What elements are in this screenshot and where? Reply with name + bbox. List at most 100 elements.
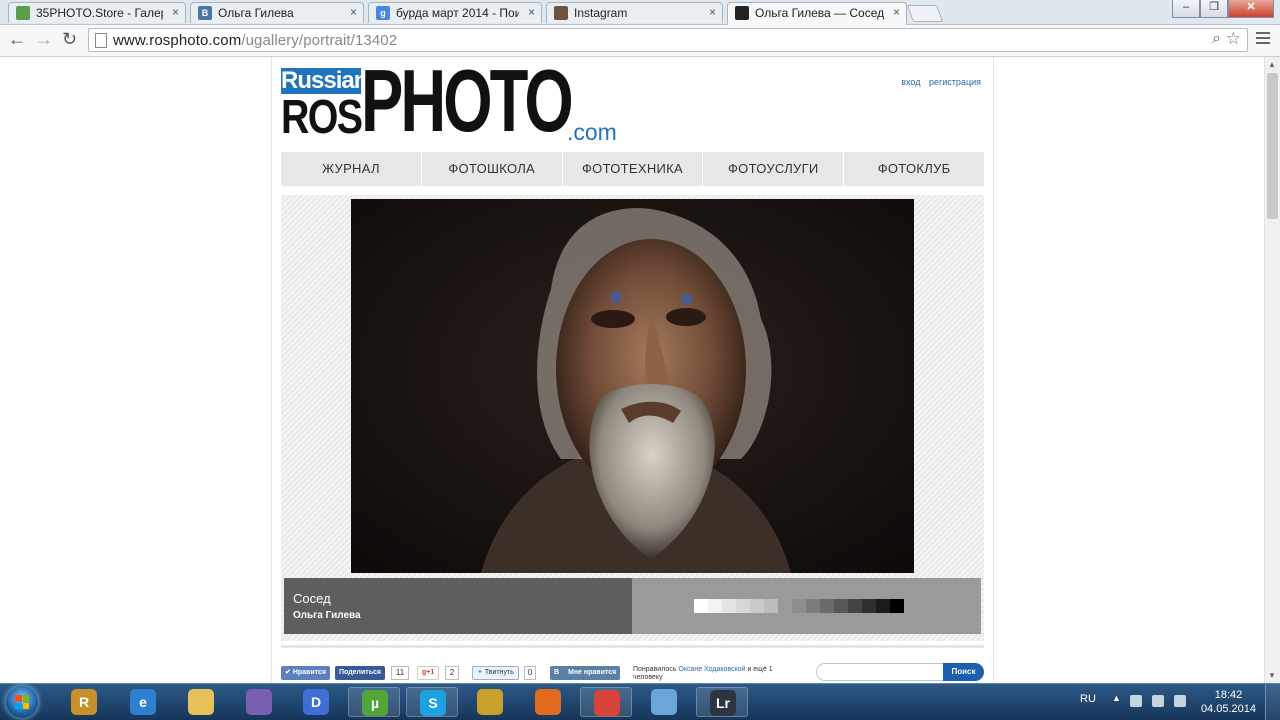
rating-swatch[interactable] [834, 599, 848, 613]
site-container: Russian ROS PHOTO .com вход регистрация … [271, 57, 994, 683]
fb-like-button[interactable]: ✔ Нравится [281, 666, 330, 680]
visual-studio-icon [246, 689, 272, 715]
35photo-icon [16, 6, 30, 20]
page-scrollbar[interactable]: ▲ ▼ [1264, 57, 1280, 683]
rating-swatch[interactable] [792, 599, 806, 613]
menu-item-photoservices[interactable]: ФОТОУСЛУГИ [703, 152, 845, 186]
scroll-down-icon[interactable]: ▼ [1268, 671, 1276, 680]
browser-tab[interactable]: Instagram × [546, 2, 723, 23]
rating-swatch[interactable] [806, 599, 820, 613]
tweet-count: 0 [524, 666, 536, 680]
browser-tab[interactable]: g бурда март 2014 - Поиск × [368, 2, 542, 23]
new-tab-button[interactable] [906, 5, 944, 22]
rating-swatch[interactable] [848, 599, 862, 613]
language-indicator[interactable]: RU [1080, 693, 1096, 705]
taskbar-app[interactable] [638, 687, 690, 717]
portrait-photo[interactable] [351, 199, 914, 573]
winamp-icon [477, 689, 503, 715]
rating-scale [694, 599, 904, 613]
menu-item-photoschool[interactable]: ФОТОШКОЛА [422, 152, 563, 186]
taskbar-app[interactable]: Lr [696, 687, 748, 717]
rating-swatch[interactable] [694, 599, 708, 613]
taskbar-app[interactable]: D [290, 687, 342, 717]
rating-swatch[interactable] [890, 599, 904, 613]
minimize-icon[interactable]: – [1172, 0, 1200, 18]
gplus-button[interactable]: g+1 [417, 666, 440, 680]
tweet-label: Твитнуть [484, 669, 514, 676]
taskbar-app[interactable] [522, 687, 574, 717]
page-viewport: Russian ROS PHOTO .com вход регистрация … [0, 57, 1264, 683]
tray-app-icon[interactable] [1130, 695, 1142, 707]
vk-like-button[interactable]: В Мне нравится [550, 666, 621, 680]
menu-item-journal[interactable]: ЖУРНАЛ [281, 152, 422, 186]
taskbar-app[interactable]: µ [348, 687, 400, 717]
fb-count: 11 [391, 666, 409, 680]
tab-close-icon[interactable]: × [709, 5, 716, 19]
rating-swatch[interactable] [708, 599, 722, 613]
rating-swatch[interactable] [722, 599, 736, 613]
search-button[interactable]: Поиск [943, 663, 984, 681]
paint-icon [651, 689, 677, 715]
logo-photo: PHOTO [361, 57, 574, 150]
tab-close-icon[interactable]: × [172, 5, 179, 19]
search-input[interactable] [816, 663, 944, 681]
taskbar-app[interactable]: R [58, 687, 110, 717]
start-button[interactable] [6, 686, 38, 718]
photo-title[interactable]: Сосед [293, 591, 331, 606]
browser-tab[interactable]: Ольга Гилева — Сосед — × [727, 2, 907, 25]
network-icon[interactable] [1152, 695, 1164, 707]
window-controls: – ❐ ✕ [1172, 0, 1274, 18]
login-link[interactable]: вход [901, 77, 920, 87]
tab-close-icon[interactable]: × [350, 5, 357, 19]
show-desktop-button[interactable] [1265, 684, 1280, 720]
tab-close-icon[interactable]: × [893, 5, 900, 19]
rating-swatch[interactable] [736, 599, 750, 613]
zoom-icon[interactable]: ⌕ [1212, 30, 1221, 48]
menu-item-photoclub[interactable]: ФОТОКЛУБ [844, 152, 984, 186]
rosphoto-icon [735, 6, 749, 20]
address-bar[interactable]: www.rosphoto.com/ugallery/portrait/13402… [88, 28, 1248, 52]
tray-expand-icon[interactable]: ▲ [1112, 693, 1121, 703]
close-window-icon[interactable]: ✕ [1228, 0, 1274, 18]
fb-share-button[interactable]: Поделиться [335, 666, 386, 680]
url-text[interactable]: www.rosphoto.com/ugallery/portrait/13402 [113, 32, 397, 49]
taskbar-app[interactable] [580, 687, 632, 717]
forward-arrow-icon[interactable]: → [35, 29, 53, 50]
explorer-folder-icon [188, 689, 214, 715]
photo-author[interactable]: Ольга Гилева [293, 610, 361, 621]
reload-icon[interactable]: ↻ [62, 29, 77, 50]
taskbar-app[interactable] [233, 687, 285, 717]
taskbar-app[interactable] [175, 687, 227, 717]
rosphoto-logo[interactable]: Russian ROS PHOTO .com [281, 57, 621, 145]
menu-item-phototech[interactable]: ФОТОТЕХНИКА [563, 152, 704, 186]
bookmark-star-icon[interactable]: ☆ [1226, 29, 1241, 49]
rating-swatch[interactable] [764, 599, 778, 613]
back-arrow-icon[interactable]: ← [8, 29, 26, 50]
instagram-icon [554, 6, 568, 20]
taskbar-app[interactable]: S [406, 687, 458, 717]
clock[interactable]: 18:42 04.05.2014 [1201, 688, 1256, 716]
register-link[interactable]: регистрация [929, 77, 981, 87]
main-menu: ЖУРНАЛ ФОТОШКОЛА ФОТОТЕХНИКА ФОТОУСЛУГИ … [281, 152, 984, 186]
rating-swatch[interactable] [876, 599, 890, 613]
scroll-up-icon[interactable]: ▲ [1268, 60, 1276, 69]
volume-icon[interactable] [1174, 695, 1186, 707]
tab-label: 35PHOTO.Store - Галерея [36, 6, 163, 20]
rating-swatch[interactable] [820, 599, 834, 613]
taskbar-app[interactable]: e [117, 687, 169, 717]
tab-close-icon[interactable]: × [528, 5, 535, 19]
scroll-thumb[interactable] [1267, 73, 1278, 219]
twitter-bird-icon: ✦ [477, 669, 483, 676]
liked-name-link[interactable]: Оксане Ходаковской [678, 666, 745, 673]
rating-swatch[interactable] [862, 599, 876, 613]
rating-swatch[interactable] [750, 599, 764, 613]
divider [281, 645, 984, 648]
chrome-menu-icon[interactable] [1256, 30, 1270, 47]
browser-tab[interactable]: 35PHOTO.Store - Галерея × [8, 2, 186, 23]
tweet-button[interactable]: ✦ Твитнуть [472, 666, 519, 680]
browser-tab[interactable]: В Ольга Гилева × [190, 2, 364, 23]
browser-toolbar: ← → ↻ www.rosphoto.com/ugallery/portrait… [0, 25, 1280, 57]
chrome-icon [594, 690, 620, 716]
taskbar-app[interactable] [464, 687, 516, 717]
maximize-icon[interactable]: ❐ [1200, 0, 1228, 18]
